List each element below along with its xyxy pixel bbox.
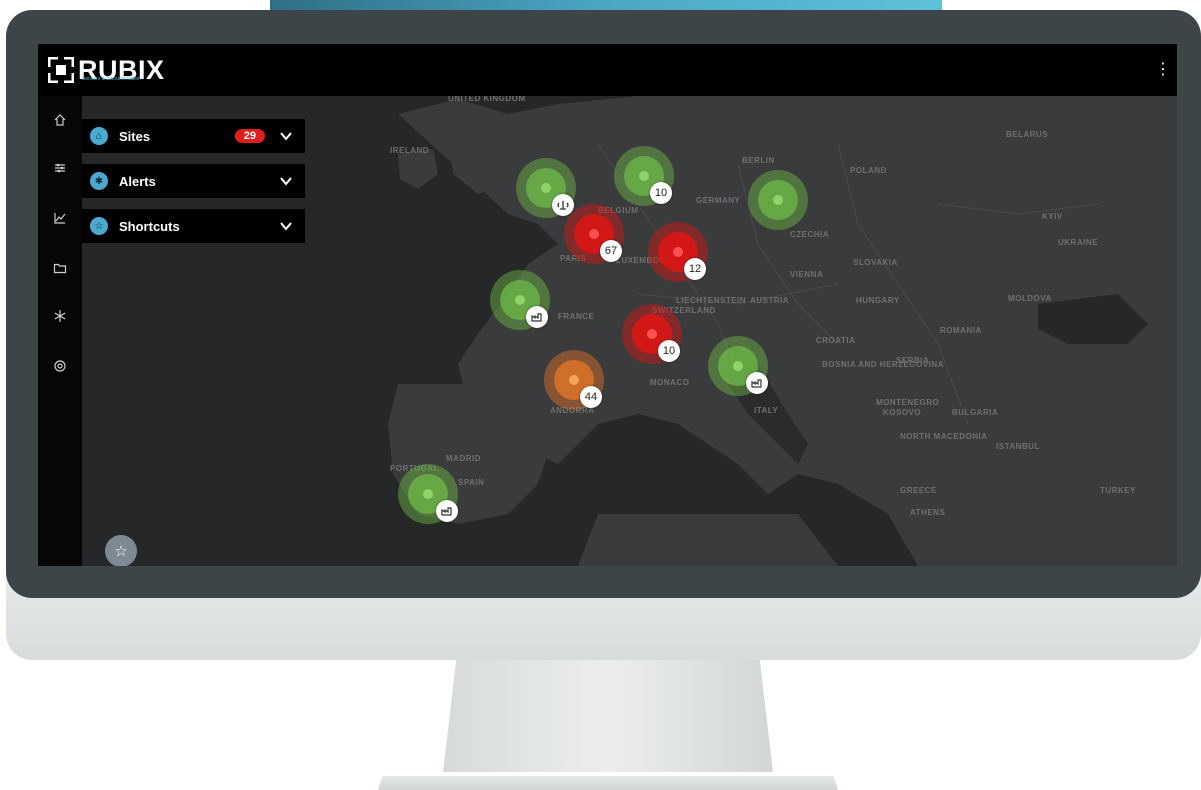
- folder-icon[interactable]: [50, 260, 70, 280]
- settings-icon[interactable]: [50, 358, 70, 378]
- map-label: SLOVAKIA: [853, 258, 898, 267]
- map-label: CZECHIA: [790, 230, 830, 239]
- map-label: TURKEY: [1100, 486, 1136, 495]
- star-icon: ☆: [90, 217, 108, 235]
- map-label: KYIV: [1042, 212, 1063, 221]
- decorative-top-strip: [270, 0, 942, 10]
- map-label: ITALY: [754, 406, 779, 415]
- map-label: AUSTRIA: [750, 296, 790, 305]
- monitor-stand-base: [378, 776, 838, 790]
- site-count: 12: [684, 258, 706, 280]
- map-label: MONACO: [650, 378, 690, 387]
- map-label: VIENNA: [790, 270, 824, 279]
- map-label: IRELAND: [390, 146, 430, 155]
- snowflake-icon[interactable]: [50, 308, 70, 328]
- map-label: KOSOVO: [883, 408, 922, 417]
- sidebar: [38, 96, 82, 566]
- panel-label: Sites: [119, 128, 151, 144]
- map-label: FRANCE: [558, 312, 595, 321]
- map-label: UKRAINE: [1058, 238, 1098, 247]
- panel-label: Alerts: [119, 173, 156, 189]
- map-label: NORTH MACEDONIA: [900, 432, 988, 441]
- panel-label: Shortcuts: [119, 218, 180, 234]
- map-label: MOLDOVA: [1008, 294, 1052, 303]
- site-count: 10: [658, 340, 680, 362]
- factory-icon: [746, 372, 768, 394]
- map-label: SERBIA: [896, 356, 930, 365]
- map-label: HUNGARY: [856, 296, 900, 305]
- monitor-stand: [443, 660, 773, 772]
- app-tagline: Sensors & Instrumentation: [82, 76, 141, 82]
- line-chart-icon[interactable]: [50, 210, 70, 230]
- alerts-icon: ✱: [90, 172, 108, 190]
- map-label: LIECHTENSTEIN: [676, 296, 747, 305]
- app-header: RUBIX Sensors & Instrumentation ⋮: [38, 44, 1177, 96]
- map-label: MONTENEGRO: [876, 398, 940, 407]
- chevron-down-icon[interactable]: [279, 219, 293, 233]
- factory-icon: [436, 500, 458, 522]
- sliders-icon[interactable]: [50, 160, 70, 180]
- app-screen: UNITED KINGDOM IRELAND BELGIUM LUXEMBOUR…: [38, 44, 1177, 566]
- site-count: 44: [580, 386, 602, 408]
- map-label: GREECE: [900, 486, 937, 495]
- star-icon: ☆: [114, 543, 128, 560]
- sites-icon: ⌂: [90, 127, 108, 145]
- panel-item-shortcuts[interactable]: ☆ Shortcuts: [82, 209, 305, 243]
- signal-tower-icon: [552, 194, 574, 216]
- kebab-menu-icon[interactable]: ⋮: [1155, 62, 1171, 78]
- map-label: CROATIA: [816, 336, 856, 345]
- site-marker-green[interactable]: [748, 170, 808, 230]
- chevron-down-icon[interactable]: [279, 129, 293, 143]
- panel-item-alerts[interactable]: ✱ Alerts: [82, 164, 305, 198]
- site-count: 10: [650, 182, 672, 204]
- map-label: POLAND: [850, 166, 887, 175]
- map-label: ISTANBUL: [996, 442, 1040, 451]
- sites-count-badge: 29: [234, 129, 265, 143]
- factory-icon: [526, 306, 548, 328]
- map-label: ROMANIA: [940, 326, 982, 335]
- map-label: BERLIN: [742, 156, 775, 165]
- chevron-down-icon[interactable]: [279, 174, 293, 188]
- map-label: BELARUS: [1006, 130, 1049, 139]
- panel-item-sites[interactable]: ⌂ Sites 29: [82, 119, 305, 153]
- map-label: ATHENS: [910, 508, 946, 517]
- home-icon[interactable]: [50, 112, 70, 132]
- map-label: MADRID: [446, 454, 481, 463]
- map-label: GERMANY: [696, 196, 741, 205]
- rubix-logo-icon: [48, 57, 74, 83]
- site-count: 67: [600, 240, 622, 262]
- map-label: BULGARIA: [952, 408, 999, 417]
- map-label: SPAIN: [458, 478, 485, 487]
- favorites-button[interactable]: ☆: [105, 535, 137, 566]
